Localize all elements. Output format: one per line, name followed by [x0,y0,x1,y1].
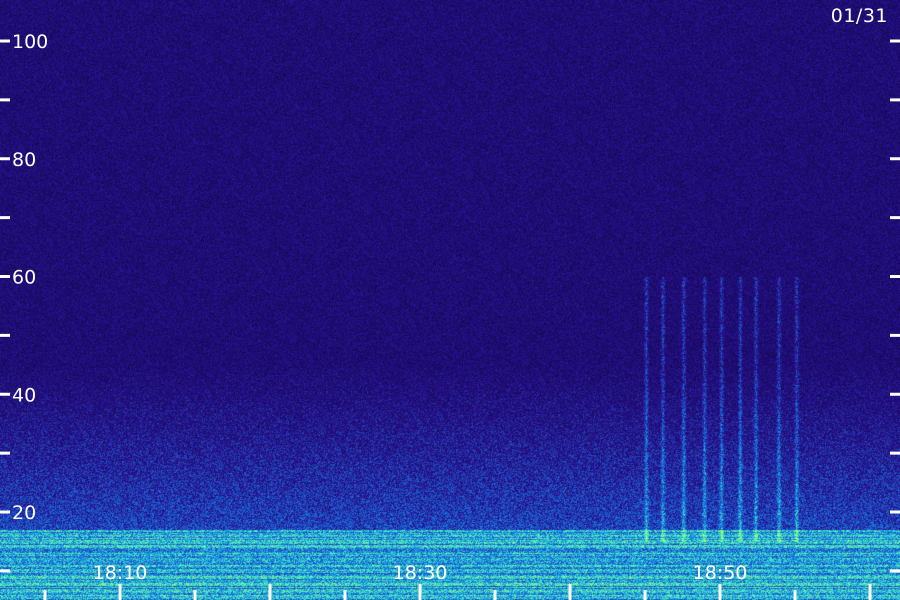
y-tick-label-80: 80 [12,149,36,171]
axes-overlay: 20 40 60 80 100 18:10 18:30 18:50 [0,31,900,600]
x-tick-label-1810: 18:10 [93,562,148,584]
y-tick-label-40: 40 [12,384,36,406]
x-tick-label-1850: 18:50 [693,562,748,584]
x-tick-label-1830: 18:30 [393,562,448,584]
y-tick-label-20: 20 [12,502,36,524]
spectrogram-chart: 20 40 60 80 100 18:10 18:30 18:50 01/31 [0,0,900,600]
y-tick-label-100: 100 [12,31,48,53]
y-tick-label-60: 60 [12,267,36,289]
date-label: 01/31 [830,5,888,27]
